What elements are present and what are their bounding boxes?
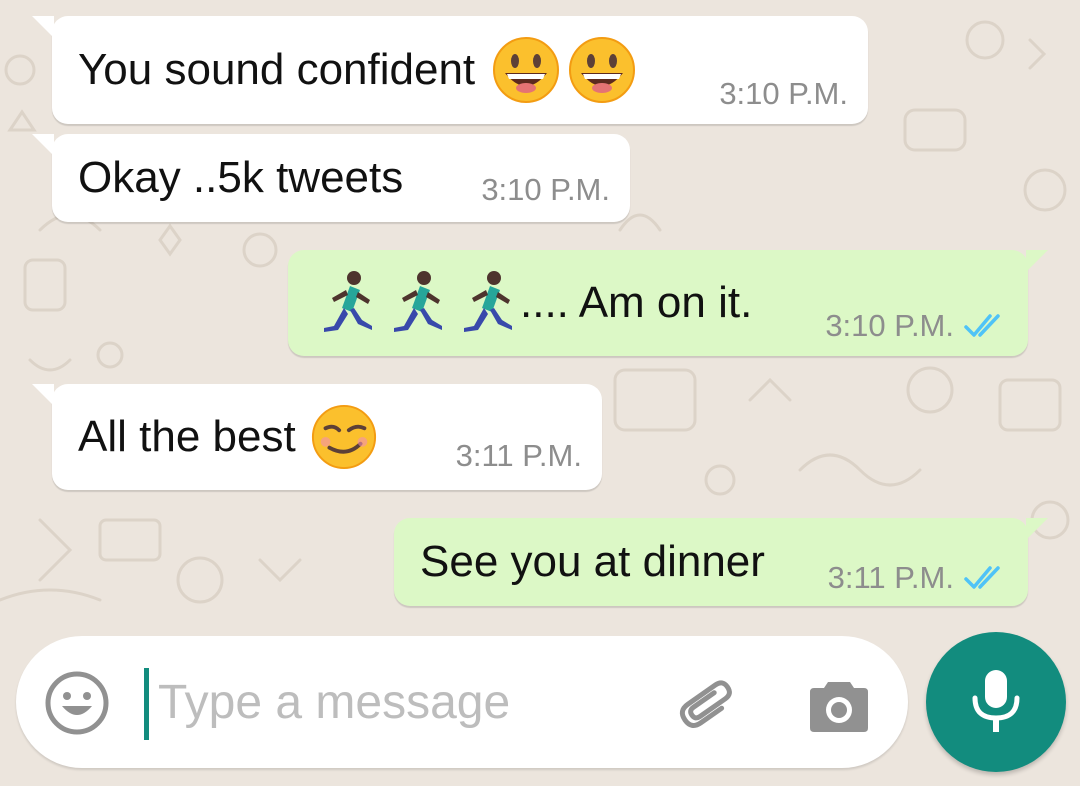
double-check-read-icon (964, 566, 1000, 589)
message-text-wrapper: All the best (78, 384, 378, 490)
message-text-wrapper: You sound confident (78, 16, 637, 124)
message-text: See you at dinner (420, 537, 765, 586)
message-bubble-incoming[interactable]: Okay ..5k tweets 3:10 P.M. (32, 134, 630, 222)
mic-icon (972, 670, 1020, 732)
message-timestamp: 3:10 P.M. (719, 76, 848, 111)
smirking-face-emoji-icon (311, 404, 376, 470)
message-timestamp: 3:10 P.M. (825, 308, 954, 343)
message-text: You sound confident (78, 45, 476, 94)
message-bubble-outgoing[interactable]: See you at dinner 3:11 P.M. (394, 518, 1048, 606)
camera-icon[interactable] (806, 672, 872, 738)
text-cursor (144, 668, 149, 740)
man-running-emoji-icon (464, 271, 512, 332)
message-bubble-incoming[interactable]: You sound confident 3:10 P.M. (32, 16, 868, 124)
message-text-wrapper: .... Am on it. (316, 250, 752, 356)
grinning-face-emoji-icon (569, 37, 636, 103)
message-bubble-incoming[interactable]: All the best 3:11 P.M. (32, 384, 602, 490)
message-timestamp: 3:11 P.M. (827, 560, 954, 595)
message-meta: 3:10 P.M. (719, 76, 848, 112)
message-meta: 3:10 P.M. (825, 308, 1008, 344)
message-timestamp: 3:10 P.M. (481, 172, 610, 207)
message-bubble-outgoing[interactable]: .... Am on it. 3:10 P.M. (288, 250, 1048, 356)
message-text-wrapper: Okay ..5k tweets (78, 134, 403, 222)
double-check-read-icon (964, 314, 1000, 337)
message-meta: 3:11 P.M. (456, 438, 582, 474)
grinning-face-emoji-icon (493, 37, 560, 103)
man-running-emoji-icon (394, 271, 442, 332)
message-composer (16, 636, 908, 768)
man-running-emoji-icon (324, 271, 372, 332)
message-timestamp: 3:11 P.M. (455, 438, 582, 473)
message-meta: 3:10 P.M. (481, 172, 610, 208)
message-input[interactable] (152, 666, 664, 738)
emoji-icon[interactable] (44, 670, 110, 736)
message-text-wrapper: See you at dinner (420, 518, 765, 606)
paperclip-icon[interactable] (676, 672, 742, 738)
message-text: All the best (78, 412, 296, 461)
message-text: .... Am on it. (520, 278, 753, 327)
chat-area[interactable]: You sound confident 3:10 P.M. Okay ..5k … (0, 0, 1080, 630)
message-meta: 3:11 P.M. (828, 560, 1008, 596)
voice-record-button[interactable] (926, 632, 1066, 772)
message-text: Okay ..5k tweets (78, 153, 404, 202)
